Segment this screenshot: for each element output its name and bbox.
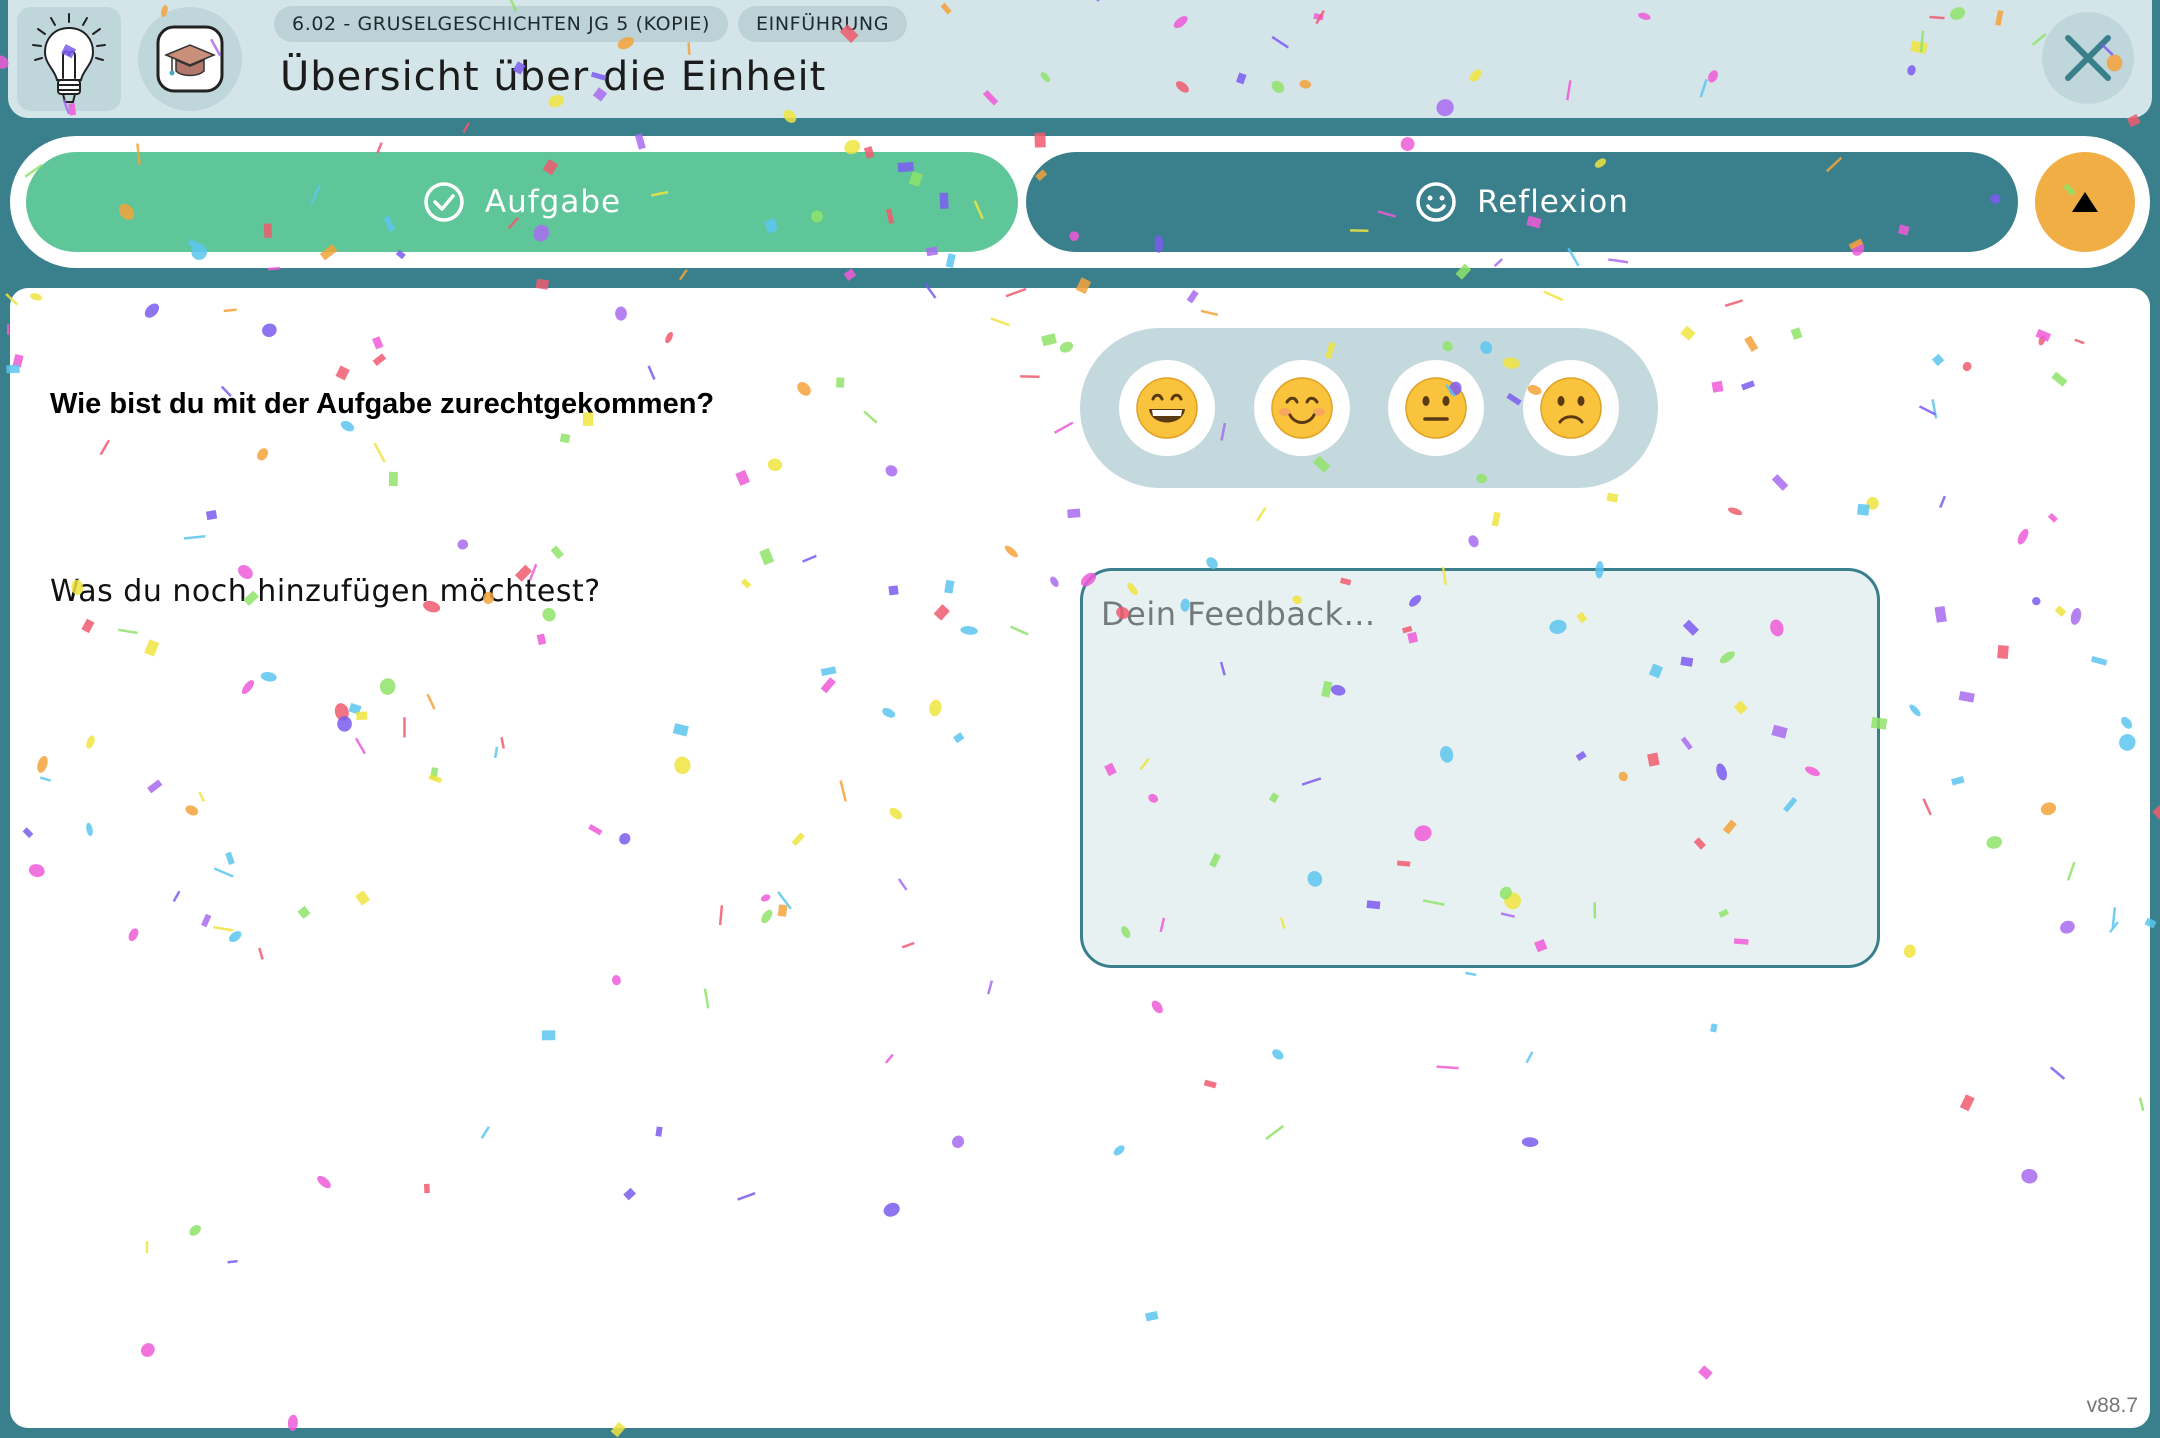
reflection-panel: Wie bist du mit der Aufgabe zurechtgekom…	[10, 288, 2150, 1428]
rating-sad-button[interactable]	[1522, 360, 1619, 456]
tab-aufgabe-label: Aufgabe	[484, 184, 622, 220]
tab-reflexion-label: Reflexion	[1477, 184, 1629, 220]
graduation-cap-icon	[138, 7, 242, 111]
confetti-piece	[462, 122, 470, 134]
question-feedback: Was du noch hinzufügen möchtest?	[50, 574, 601, 609]
collapse-button[interactable]	[2035, 152, 2135, 252]
rating-happy-button[interactable]	[1253, 360, 1350, 456]
grinning-face-icon	[1136, 377, 1198, 439]
tab-reflexion[interactable]: Reflexion	[1026, 152, 2018, 252]
breadcrumb-tags: 6.02 - GRUSELGESCHICHTEN JG 5 (KOPIE) EI…	[274, 6, 908, 42]
check-circle-icon	[424, 182, 464, 222]
frowning-face-icon	[1540, 377, 1602, 439]
rating-very-happy-button[interactable]	[1119, 360, 1216, 456]
version-label: v88.7	[2086, 1394, 2138, 1417]
tab-bar: Aufgabe Reflexion	[10, 136, 2150, 268]
close-button[interactable]	[2042, 12, 2134, 104]
section-tag: EINFÜHRUNG	[738, 6, 908, 42]
question-rating: Wie bist du mit der Aufgabe zurechtgekom…	[50, 388, 715, 420]
app-root: 6.02 - GRUSELGESCHICHTEN JG 5 (KOPIE) EI…	[0, 0, 2160, 1438]
confetti-piece	[843, 268, 857, 281]
tab-aufgabe[interactable]: Aufgabe	[26, 152, 1018, 252]
confetti-piece	[2152, 804, 2160, 820]
smiling-face-icon	[1271, 377, 1333, 439]
course-tag: 6.02 - GRUSELGESCHICHTEN JG 5 (KOPIE)	[274, 6, 729, 42]
feedback-textarea[interactable]	[1080, 568, 1880, 968]
header-bar: 6.02 - GRUSELGESCHICHTEN JG 5 (KOPIE) EI…	[8, 0, 2152, 118]
smiley-icon	[1416, 182, 1456, 222]
confetti-piece	[678, 269, 688, 281]
page-title: Übersicht über die Einheit	[280, 54, 827, 100]
lightbulb-icon	[17, 7, 121, 111]
close-icon	[2065, 35, 2111, 81]
triangle-up-icon	[2072, 192, 2098, 212]
neutral-face-icon	[1405, 377, 1467, 439]
rating-neutral-button[interactable]	[1388, 360, 1485, 456]
rating-group	[1080, 328, 1658, 488]
